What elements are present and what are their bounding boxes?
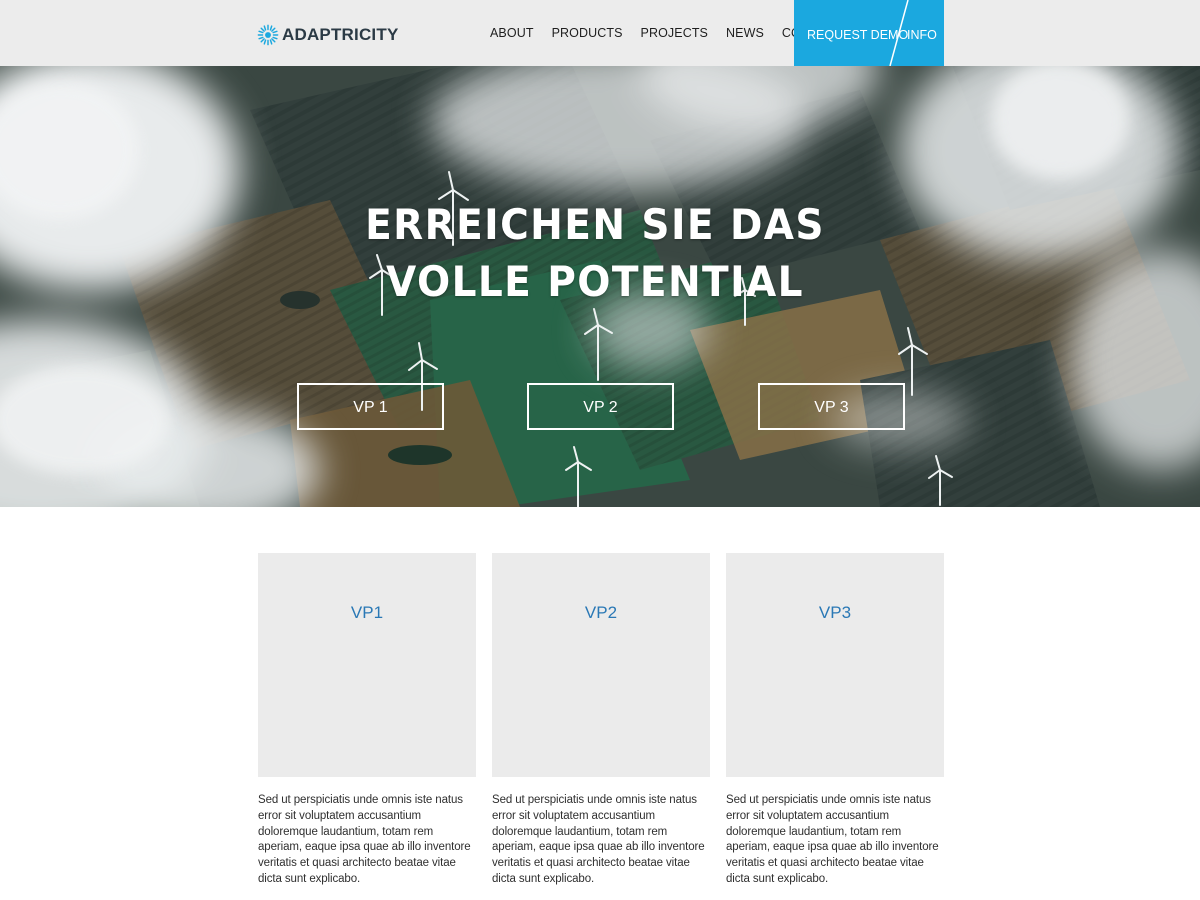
hero-headline-line-1: ERREICHEN SIE DAS [365, 200, 825, 249]
cta-block: REQUEST DEMO INFO [794, 0, 944, 66]
card-description: Sed ut perspiciatis unde omnis iste natu… [258, 794, 471, 885]
hero-headline: ERREICHEN SIE DAS VOLLE POTENTIAL [321, 196, 870, 310]
site-header: ADAPTRICITY ABOUT PRODUCTS PROJECTS NEWS… [0, 0, 1200, 66]
nav-item-news[interactable]: NEWS [726, 26, 764, 40]
card-title: VP2 [584, 603, 618, 622]
card-image-placeholder: VP2 [492, 553, 710, 777]
vp-2-button[interactable]: VP 2 [527, 383, 674, 430]
brand-name: ADAPTRICITY [282, 25, 399, 44]
card-title: VP1 [350, 603, 384, 622]
brand-logo[interactable]: ADAPTRICITY [257, 22, 398, 48]
request-demo-button[interactable]: REQUEST DEMO [807, 0, 908, 66]
nav-item-projects[interactable]: PROJECTS [641, 26, 708, 40]
nav-item-products[interactable]: PRODUCTS [552, 26, 623, 40]
hero-section: ERREICHEN SIE DAS VOLLE POTENTIAL VP 1 V… [0, 0, 1200, 507]
card-description: Sed ut perspiciatis unde omnis iste natu… [726, 794, 939, 885]
vp-3-button[interactable]: VP 3 [758, 383, 905, 430]
card-description: Sed ut perspiciatis unde omnis iste natu… [492, 794, 705, 885]
card-image-placeholder: VP3 [726, 553, 944, 777]
card-title: VP3 [818, 603, 852, 622]
value-card-1: VP1 Sed ut perspiciatis unde omnis iste … [258, 553, 476, 888]
nav-item-about[interactable]: ABOUT [490, 26, 534, 40]
value-card-3: VP3 Sed ut perspiciatis unde omnis iste … [726, 553, 944, 888]
hero-headline-line-2: VOLLE POTENTIAL [386, 257, 804, 306]
vp-1-button[interactable]: VP 1 [297, 383, 444, 430]
value-card-2: VP2 Sed ut perspiciatis unde omnis iste … [492, 553, 710, 888]
sunburst-logo-icon [257, 24, 279, 46]
info-button[interactable]: INFO [907, 0, 937, 66]
card-image-placeholder: VP1 [258, 553, 476, 777]
